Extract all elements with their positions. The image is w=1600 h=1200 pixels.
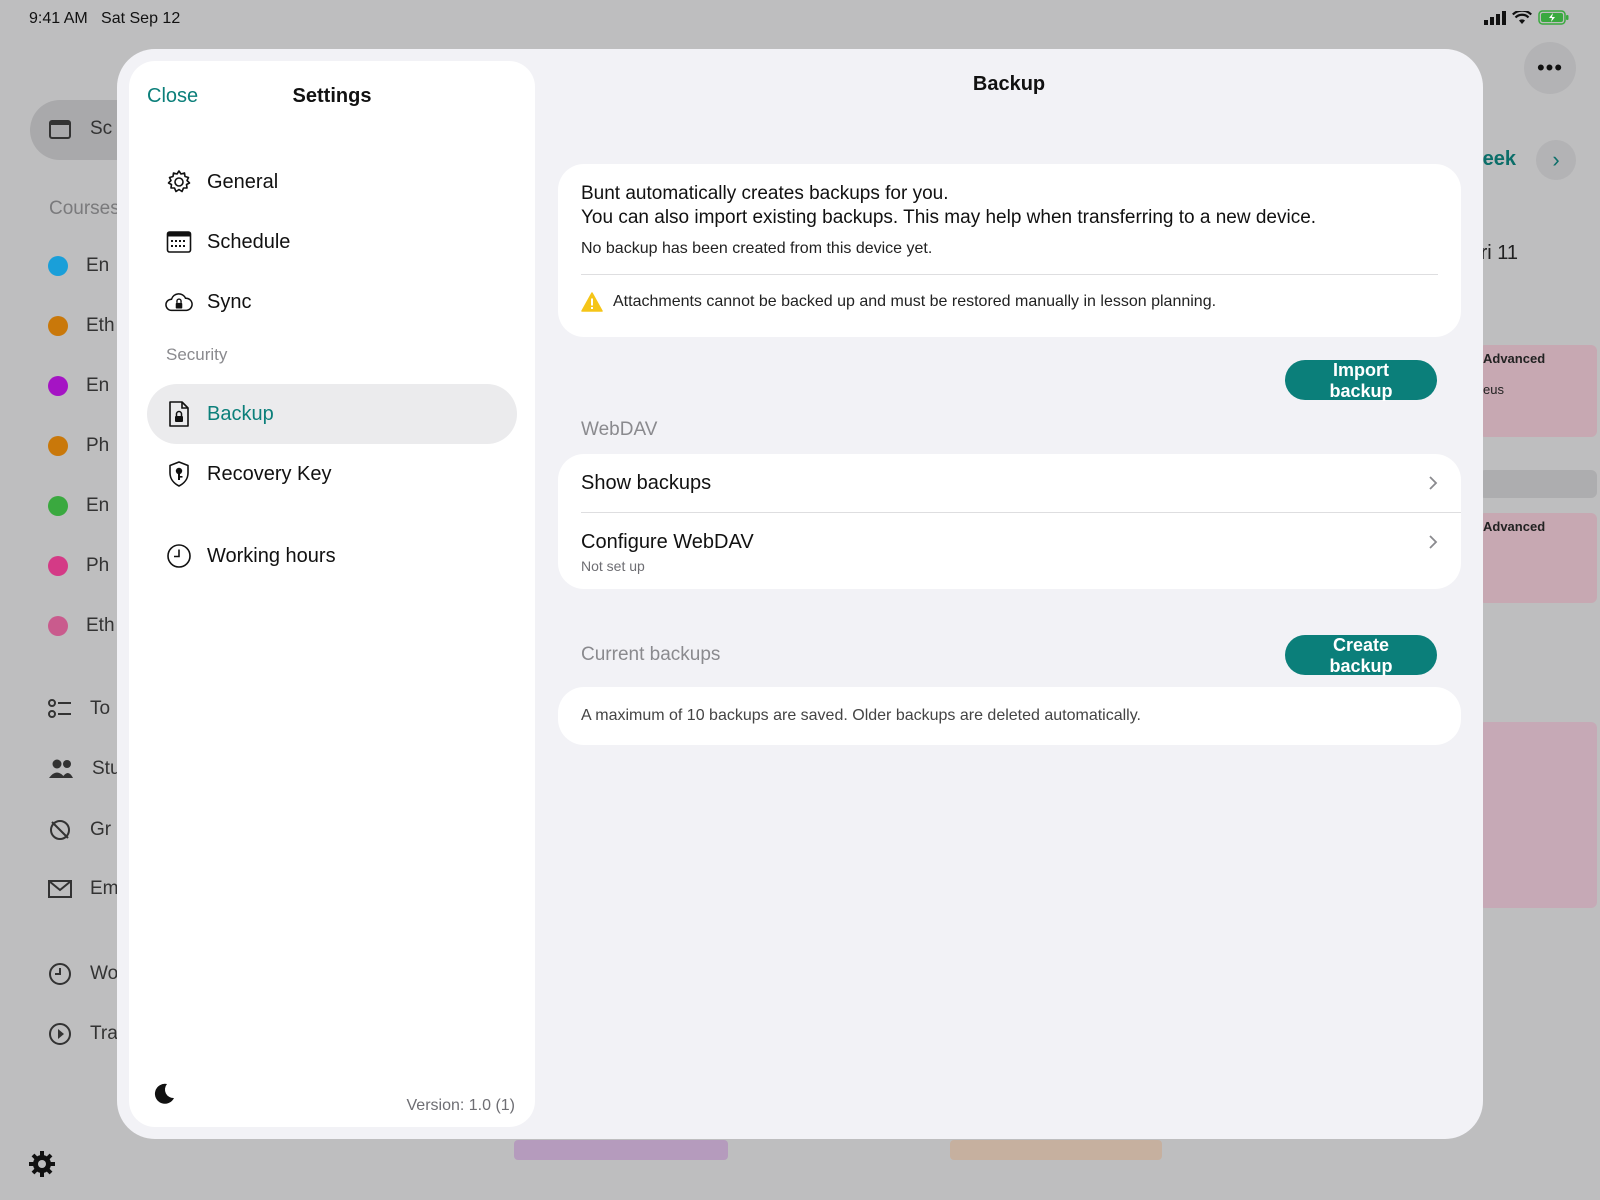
import-backup-button[interactable]: Import backup	[1285, 360, 1437, 401]
bg-course-item: En	[48, 495, 109, 517]
bg-course-item: En	[48, 255, 109, 277]
nav-item-label: Backup	[207, 402, 274, 425]
gear-icon	[29, 1151, 55, 1177]
checklist-icon	[48, 699, 71, 718]
row-label: Configure WebDAV	[581, 531, 754, 553]
bg-week-label: eek	[1482, 148, 1516, 170]
settings-title: Settings	[292, 85, 372, 107]
grades-icon	[50, 820, 70, 840]
status-bar: 9:41 AM Sat Sep 12	[29, 8, 1570, 30]
bg-course-item: Ph	[48, 555, 109, 577]
warning-text: Attachments cannot be backed up and must…	[613, 293, 1217, 310]
bg-event-block	[514, 1140, 728, 1160]
info-text: You can also import existing backups. Th…	[581, 207, 1317, 228]
current-backups-label: Current backups	[581, 644, 721, 665]
nav-item-label: Schedule	[207, 230, 291, 253]
bg-grades-item: Gr	[48, 818, 111, 842]
nav-item-label: Working hours	[207, 544, 336, 567]
gear-icon	[165, 168, 193, 196]
people-icon	[49, 759, 73, 778]
settings-modal: Close Settings General Schedule Sync Sec…	[117, 49, 1483, 1139]
webdav-section-label: WebDAV	[581, 419, 658, 440]
calendar-icon	[165, 228, 193, 256]
bg-stripe	[1479, 470, 1597, 498]
status-time: 9:41 AM Sat Sep 12	[29, 10, 181, 27]
backup-info-card: Bunt automatically creates backups for y…	[558, 164, 1461, 337]
bg-working-item: Wo	[48, 962, 118, 986]
bg-courses-label: Courses	[49, 198, 120, 219]
nav-item-general[interactable]: General	[147, 152, 517, 212]
wifi-icon	[1512, 10, 1532, 24]
backup-status-text: No backup has been created from this dev…	[581, 240, 933, 257]
shield-key-icon	[165, 460, 193, 488]
nav-item-sync[interactable]: Sync	[147, 272, 517, 332]
mail-icon	[48, 880, 72, 898]
bg-event: Advanced	[1479, 513, 1597, 603]
clock-icon	[49, 963, 71, 985]
play-icon	[49, 1023, 71, 1045]
security-section-label: Security	[166, 345, 228, 364]
clock-icon	[165, 542, 193, 570]
nav-item-label: Recovery Key	[207, 462, 332, 485]
webdav-card: Show backups Configure WebDAV Not set up	[558, 454, 1461, 589]
warning-icon	[581, 292, 603, 312]
show-backups-row[interactable]: Show backups	[558, 454, 1461, 512]
bg-course-item: Eth	[48, 315, 115, 337]
calendar-icon	[49, 120, 71, 139]
settings-sidebar: Close Settings General Schedule Sync Sec…	[129, 61, 535, 1127]
row-status: Not set up	[581, 558, 645, 574]
warning-row: Attachments cannot be backed up and must…	[581, 292, 1216, 312]
sidebar-header: Close Settings	[129, 75, 535, 115]
configure-webdav-row[interactable]: Configure WebDAV Not set up	[558, 513, 1461, 589]
signal-icon	[1484, 10, 1506, 25]
nav-item-backup[interactable]: Backup	[147, 384, 517, 444]
chevron-right-icon	[1429, 476, 1438, 490]
bg-todo-item: To	[48, 698, 110, 720]
nav-item-label: General	[207, 170, 279, 193]
bg-students-item: Stu	[48, 758, 121, 780]
bg-sidebar-item: Sc	[48, 118, 112, 140]
version-label: Version: 1.0 (1)	[406, 1097, 516, 1114]
chevron-right-icon	[1429, 535, 1438, 549]
moon-icon[interactable]	[151, 1081, 177, 1107]
document-lock-icon	[165, 400, 193, 428]
chevron-right-icon: ›	[1536, 140, 1576, 180]
divider	[581, 274, 1438, 275]
backup-limit-text: A maximum of 10 backups are saved. Older…	[581, 707, 1141, 724]
bg-course-item: Eth	[48, 615, 115, 637]
nav-item-schedule[interactable]: Schedule	[147, 212, 517, 272]
battery-icon	[1538, 10, 1569, 25]
bg-course-item: En	[48, 375, 109, 397]
backup-limit-card: A maximum of 10 backups are saved. Older…	[558, 687, 1461, 745]
bg-email-item: Em	[48, 878, 119, 900]
bg-day-label: ri 11	[1480, 242, 1518, 264]
info-text: Bunt automatically creates backups for y…	[581, 183, 949, 204]
create-backup-button[interactable]: Create backup	[1285, 635, 1437, 676]
bg-event-block	[950, 1140, 1162, 1160]
row-label: Show backups	[581, 472, 712, 494]
nav-item-working-hours[interactable]: Working hours	[147, 526, 517, 586]
nav-item-label: Sync	[207, 290, 252, 313]
bg-tracking-item: Tra	[48, 1022, 118, 1046]
bg-course-item: Ph	[48, 435, 109, 457]
more-icon: •••	[1524, 42, 1576, 94]
page-title: Backup	[972, 73, 1046, 95]
bg-event: Advanced eus	[1479, 345, 1597, 437]
cloud-lock-icon	[165, 288, 193, 316]
nav-item-recovery-key[interactable]: Recovery Key	[147, 444, 517, 504]
status-icons	[1484, 10, 1570, 25]
bg-event-block	[1479, 722, 1597, 908]
